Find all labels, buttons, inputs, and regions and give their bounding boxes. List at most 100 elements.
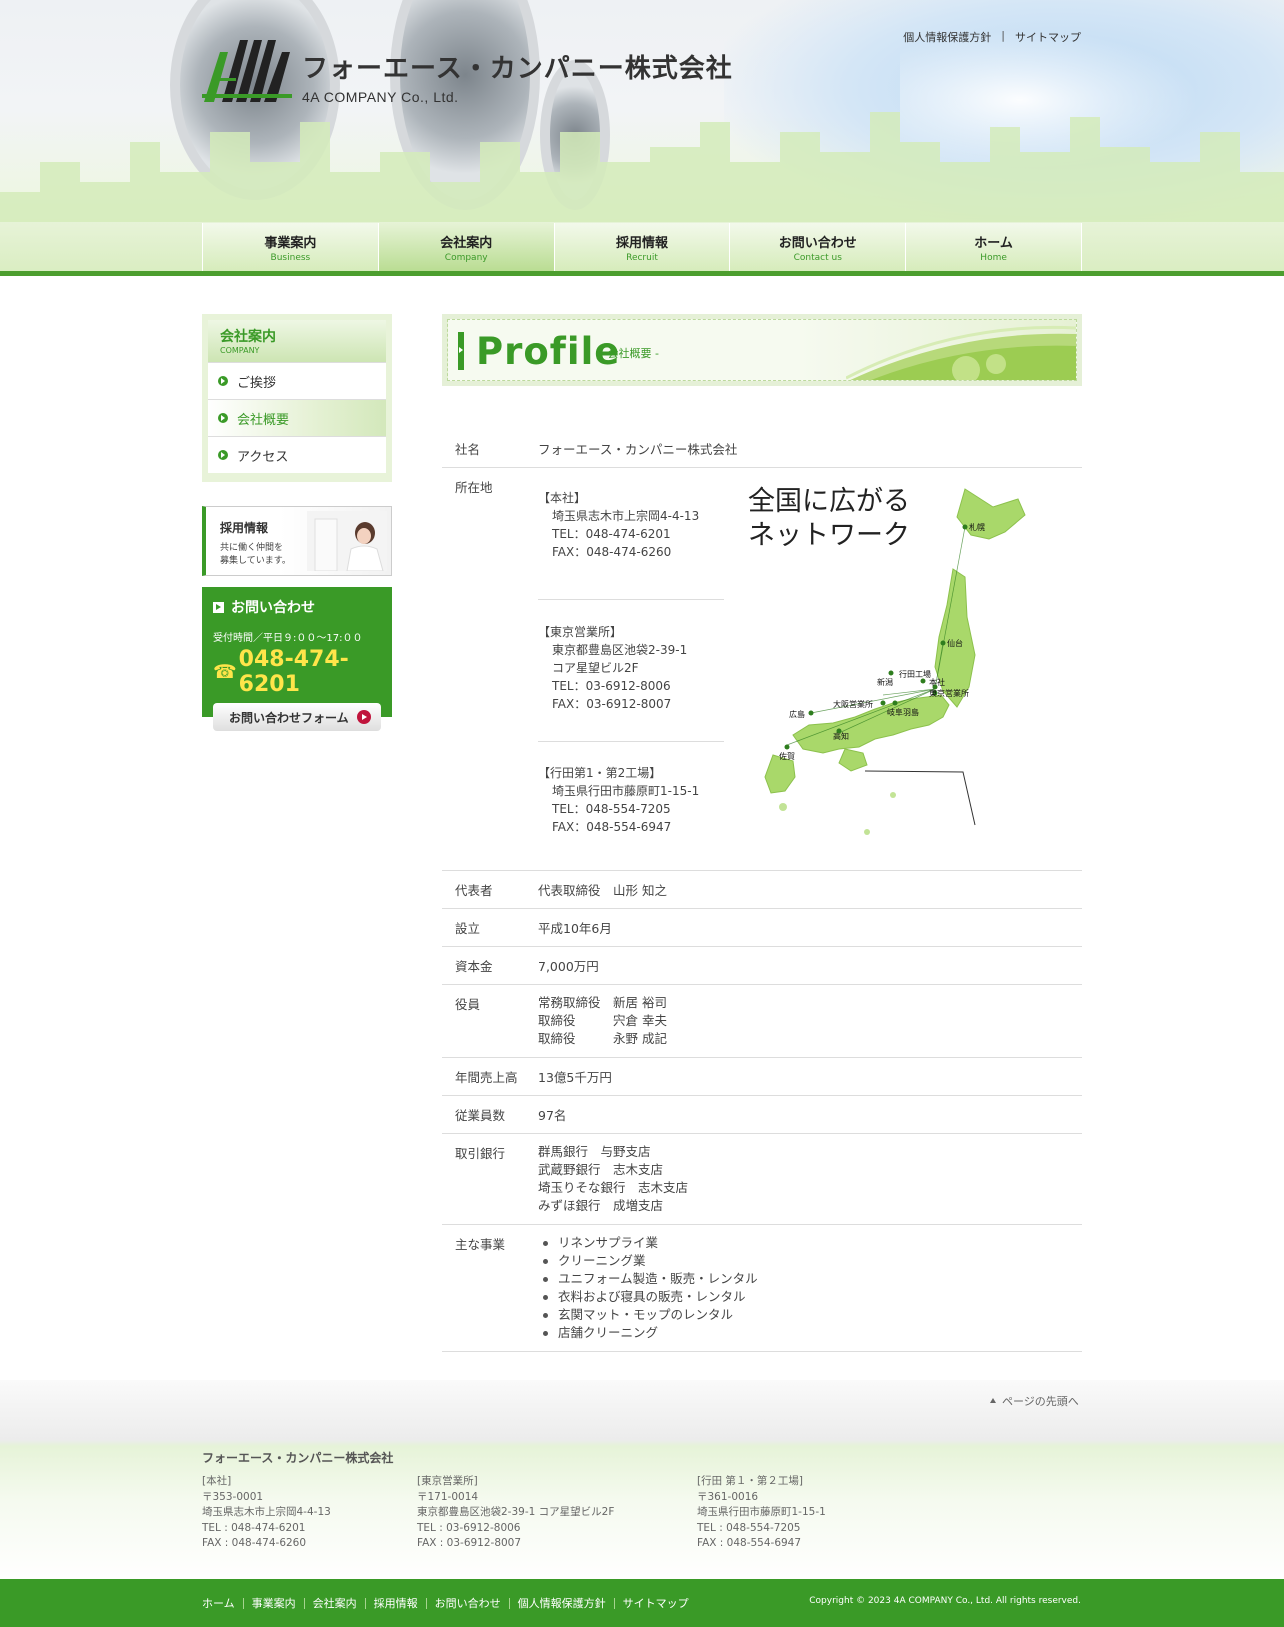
office-line: TEL：048-554-7205 (552, 802, 671, 816)
row-label: 主な事業 (455, 1237, 506, 1252)
footer-link-privacy[interactable]: 個人情報保護方針 (518, 1595, 606, 1611)
footer-office-zip: 〒353-0001 (202, 1490, 264, 1503)
nav-label: 採用情報 (615, 236, 668, 251)
sidebar-heading-en: COMPANY (220, 346, 260, 355)
site-footer (0, 1380, 1284, 1580)
footer-office-name: [本社] (202, 1475, 232, 1487)
footer-link-home[interactable]: ホーム (202, 1595, 235, 1611)
nav-underline (0, 271, 1284, 276)
office-head-office: 【本社】 埼玉県志木市上宗岡4-4-13 TEL：048-474-6201 FA… (538, 489, 726, 561)
footer-office-addr: 埼玉県志木市上宗岡4-4-13 (202, 1506, 331, 1518)
contact-hours: 受付時間／平日９:００～17:００ (213, 633, 363, 644)
footer-office-tokyo: [東京営業所] 〒171-0014 東京都豊島区池袋2-39-1 コア星望ビル2… (417, 1474, 614, 1552)
map-label: 仙台 (947, 638, 963, 648)
divider (613, 1597, 615, 1609)
network-heading: 全国に広がる ネットワーク (748, 485, 910, 553)
office-line: 埼玉県志木市上宗岡4-4-13 (552, 509, 700, 523)
profile-header: Profile - 会社概要 - (442, 314, 1082, 386)
map-label: 大阪営業所 (833, 699, 873, 709)
office-line: FAX：03-6912-8007 (552, 697, 672, 711)
recruit-desc-line: 共に働く仲間を (220, 543, 284, 553)
page-top-link[interactable]: ページの先頭へ (990, 1393, 1079, 1409)
nav-company[interactable]: 会社案内 Company (378, 223, 555, 273)
sidebar-item-greeting[interactable]: ご挨拶 (208, 362, 386, 399)
nav-home[interactable]: ホーム Home (906, 223, 1082, 273)
row-value: 13億5千万円 (538, 1070, 612, 1085)
company-profile-table: 社名 フォーエース・カンパニー株式会社 所在地 【本社】 埼玉県志木市上宗岡4-… (442, 430, 1082, 1352)
list-item: リネンサプライ業 (538, 1234, 1082, 1252)
list-item: 衣料および寝具の販売・レンタル (538, 1288, 1082, 1306)
divider (364, 1597, 366, 1609)
nav-label: ホーム (974, 236, 1013, 251)
divider (303, 1597, 305, 1609)
sitemap-link[interactable]: サイトマップ (1015, 29, 1081, 45)
officer-line: 取締役 永野 成記 (538, 1031, 667, 1046)
nav-sublabel: Business (270, 253, 311, 263)
office-line: 東京都豊島区池袋2-39-1 (552, 643, 688, 657)
divider (538, 741, 724, 742)
row-label: 役員 (455, 997, 481, 1012)
nav-business[interactable]: 事業案内 Business (203, 223, 379, 273)
footer-office-zip: 〒171-0014 (417, 1490, 479, 1503)
footer-office-tel: TEL : 03-6912-8006 (417, 1521, 521, 1534)
sidebar-item-access[interactable]: アクセス (208, 436, 386, 473)
row-value: 7,000万円 (538, 959, 599, 974)
arrow-bullet-icon (218, 413, 228, 423)
nav-sublabel: Home (980, 253, 1007, 263)
map-label: 岐阜羽島 (887, 707, 919, 717)
footer-office-name: [東京営業所] (417, 1475, 478, 1487)
company-name-en: 4A COMPANY Co., Ltd. (302, 89, 459, 105)
footer-link-sitemap[interactable]: サイトマップ (623, 1595, 689, 1611)
nav-recruit[interactable]: 採用情報 Recruit (554, 223, 731, 273)
nav-contact[interactable]: お問い合わせ Contact us (730, 223, 907, 273)
table-row: 代表者 代表取締役 山形 知之 (442, 871, 1082, 909)
office-line: コア星望ビル2F (552, 661, 639, 675)
divider (242, 1597, 244, 1609)
footer-office-addr: 東京都豊島区池袋2-39-1 コア星望ビル2F (417, 1506, 615, 1518)
row-value: 平成10年6月 (538, 921, 612, 936)
sidebar-heading-ja: 会社案内 (220, 329, 276, 345)
row-value: 常務取締役 新居 裕司 取締役 宍倉 幸夫 取締役 永野 成記 (538, 985, 1082, 1058)
company-name-ja: フォーエース・カンパニー株式会社 (302, 54, 733, 84)
sidebar-item-label: アクセス (237, 449, 289, 465)
footer-office-zip: 〒361-0016 (697, 1490, 759, 1503)
page-top-label: ページの先頭へ (1002, 1395, 1079, 1408)
footer-office-addr: 埼玉県行田市藤原町1-15-1 (697, 1506, 826, 1518)
contact-form-button[interactable]: お問い合わせフォーム (213, 703, 381, 731)
page-title: Profile (476, 330, 621, 373)
recruit-banner[interactable]: 採用情報 共に働く仲間を 募集しています。 (202, 506, 392, 576)
bank-line: 埼玉りそな銀行 志木支店 (538, 1180, 689, 1195)
bank-line: 武蔵野銀行 志木支店 (538, 1162, 664, 1177)
list-item: 玄関マット・モップのレンタル (538, 1306, 1082, 1324)
map-label: 東京営業所 (929, 688, 969, 698)
contact-heading: お問い合わせ (213, 597, 381, 617)
city-skyline (0, 112, 1284, 222)
divider (508, 1597, 510, 1609)
nav-sublabel: Contact us (793, 253, 842, 263)
office-line: TEL：03-6912-8006 (552, 679, 671, 693)
nav-label: お問い合わせ (778, 236, 857, 251)
staff-photo (307, 511, 387, 571)
footer-link-company[interactable]: 会社案内 (313, 1595, 357, 1611)
footer-link-recruit[interactable]: 採用情報 (374, 1595, 418, 1611)
office-gyoda: 【行田第1・第2工場】 埼玉県行田市藤原町1-15-1 TEL：048-554-… (538, 764, 726, 836)
global-nav: 事業案内 Business 会社案内 Company 採用情報 Recruit … (202, 223, 1082, 273)
utility-links: 個人情報保護方針 | サイトマップ (903, 29, 1081, 45)
site-logo[interactable]: フォーエース・カンパニー株式会社 4A COMPANY Co., Ltd. (200, 38, 733, 105)
row-value: フォーエース・カンパニー株式会社 (538, 442, 738, 457)
footer-office-name: [行田 第１・第２工場] (697, 1475, 804, 1487)
footer-link-business[interactable]: 事業案内 (252, 1595, 296, 1611)
contact-tel[interactable]: ☎ 048-474-6201 (213, 647, 381, 697)
table-row: 主な事業 リネンサプライ業 クリーニング業 ユニフォーム製造・販売・レンタル 衣… (442, 1225, 1082, 1352)
footer-link-contact[interactable]: お問い合わせ (435, 1595, 501, 1611)
privacy-policy-link[interactable]: 個人情報保護方針 (903, 29, 991, 45)
list-item: ユニフォーム製造・販売・レンタル (538, 1270, 1082, 1288)
office-line: FAX：048-554-6947 (552, 820, 672, 834)
row-label: 従業員数 (455, 1108, 506, 1123)
sidebar-item-overview[interactable]: 会社概要 (208, 399, 386, 436)
map-label: 広島 (789, 709, 805, 719)
row-label: 社名 (455, 442, 481, 457)
divider (425, 1597, 427, 1609)
site-header: フォーエース・カンパニー株式会社 4A COMPANY Co., Ltd. 個人… (0, 0, 1284, 276)
nav-sublabel: Company (444, 253, 488, 263)
